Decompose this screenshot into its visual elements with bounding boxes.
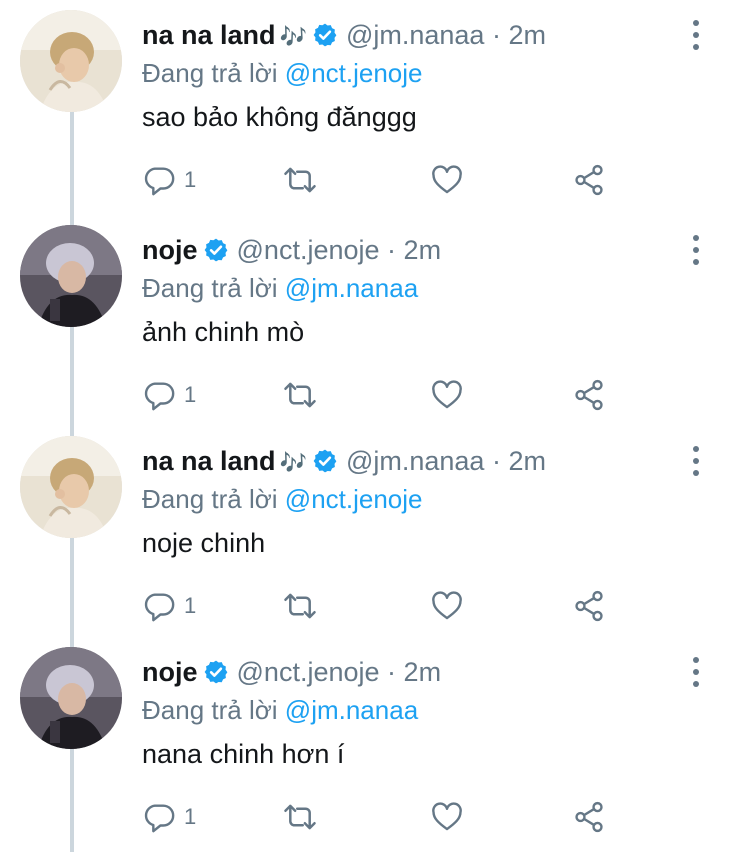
- music-note-icon: 🎶: [279, 24, 307, 49]
- replying-to-label: Đang trả lời: [142, 695, 278, 725]
- like-button[interactable]: [430, 375, 464, 415]
- user-handle[interactable]: @jm.nanaa: [346, 446, 484, 476]
- like-button[interactable]: [430, 160, 464, 200]
- retweet-icon: [282, 589, 318, 623]
- verified-badge-icon: [203, 237, 229, 271]
- avatar-photo-silver-hair: [20, 225, 122, 327]
- reply-count: 1: [184, 167, 197, 192]
- share-button[interactable]: [572, 586, 606, 626]
- tweet-header: na na land 🎶 @jm.nanaa · 2m: [142, 444, 546, 482]
- tweet-actions: 1: [142, 797, 622, 837]
- timestamp[interactable]: 2m: [404, 235, 442, 265]
- tweet[interactable]: na na land 🎶 @jm.nanaa · 2m Đang trả lời @…: [0, 0, 750, 215]
- share-icon: [572, 378, 606, 412]
- mention-link[interactable]: @jm.nanaa: [285, 273, 418, 303]
- mention-link[interactable]: @nct.jenoje: [285, 484, 423, 514]
- tweet-text: noje chinh: [142, 528, 266, 558]
- reply-button[interactable]: 1: [142, 797, 196, 837]
- avatar-photo-blonde: [20, 10, 122, 112]
- display-name[interactable]: na na land: [142, 446, 276, 476]
- tweet-text: nana chinh hơn í: [142, 739, 345, 769]
- retweet-button[interactable]: [282, 375, 318, 415]
- avatar-photo-silver-hair: [20, 647, 122, 749]
- verified-badge-icon: [203, 659, 229, 693]
- share-button[interactable]: [572, 375, 606, 415]
- music-note-icon: 🎶: [279, 450, 307, 475]
- timestamp[interactable]: 2m: [508, 20, 546, 50]
- replying-to: Đang trả lời @nct.jenoje: [142, 58, 423, 89]
- tweet-text: sao bảo không đănggg: [142, 102, 417, 132]
- reply-button[interactable]: 1: [142, 375, 196, 415]
- reply-button[interactable]: 1: [142, 160, 196, 200]
- avatar[interactable]: [20, 436, 122, 538]
- retweet-icon: [282, 163, 318, 197]
- reply-icon: [142, 163, 176, 197]
- heart-icon: [430, 378, 464, 412]
- avatar[interactable]: [20, 225, 122, 327]
- avatar[interactable]: [20, 647, 122, 749]
- user-handle[interactable]: @nct.jenoje: [237, 657, 380, 687]
- mention-link[interactable]: @jm.nanaa: [285, 695, 418, 725]
- share-icon: [572, 800, 606, 834]
- display-name[interactable]: noje: [142, 235, 198, 265]
- retweet-button[interactable]: [282, 797, 318, 837]
- separator-dot: ·: [387, 657, 397, 687]
- reply-icon: [142, 800, 176, 834]
- heart-icon: [430, 589, 464, 623]
- reply-count: 1: [184, 382, 197, 407]
- avatar[interactable]: [20, 10, 122, 112]
- tweet-actions: 1: [142, 160, 622, 200]
- display-name[interactable]: noje: [142, 657, 198, 687]
- replying-to: Đang trả lời @jm.nanaa: [142, 273, 418, 304]
- timestamp[interactable]: 2m: [404, 657, 442, 687]
- tweet[interactable]: noje @nct.jenoje · 2m Đang trả lời @jm.na…: [0, 637, 750, 852]
- tweet-header: na na land 🎶 @jm.nanaa · 2m: [142, 18, 546, 56]
- tweet-actions: 1: [142, 375, 622, 415]
- retweet-button[interactable]: [282, 586, 318, 626]
- reply-icon: [142, 378, 176, 412]
- verified-badge-icon: [312, 448, 338, 482]
- verified-badge-icon: [312, 22, 338, 56]
- more-vertical-icon[interactable]: [686, 444, 706, 478]
- replying-to-label: Đang trả lời: [142, 58, 278, 88]
- tweet-text: ảnh chinh mò: [142, 317, 305, 347]
- heart-icon: [430, 163, 464, 197]
- separator-dot: ·: [491, 446, 501, 476]
- separator-dot: ·: [491, 20, 501, 50]
- display-name[interactable]: na na land: [142, 20, 276, 50]
- reply-count: 1: [184, 804, 197, 829]
- mention-link[interactable]: @nct.jenoje: [285, 58, 423, 88]
- user-handle[interactable]: @jm.nanaa: [346, 20, 484, 50]
- retweet-button[interactable]: [282, 160, 318, 200]
- share-icon: [572, 589, 606, 623]
- heart-icon: [430, 800, 464, 834]
- more-vertical-icon[interactable]: [686, 18, 706, 52]
- separator-dot: ·: [387, 235, 397, 265]
- tweet-header: noje @nct.jenoje · 2m: [142, 233, 441, 271]
- replying-to-label: Đang trả lời: [142, 273, 278, 303]
- more-vertical-icon[interactable]: [686, 655, 706, 689]
- tweet-header: noje @nct.jenoje · 2m: [142, 655, 441, 693]
- replying-to: Đang trả lời @jm.nanaa: [142, 695, 418, 726]
- timestamp[interactable]: 2m: [508, 446, 546, 476]
- share-button[interactable]: [572, 797, 606, 837]
- more-vertical-icon[interactable]: [686, 233, 706, 267]
- reply-icon: [142, 589, 176, 623]
- replying-to: Đang trả lời @nct.jenoje: [142, 484, 423, 515]
- avatar-photo-blonde: [20, 436, 122, 538]
- like-button[interactable]: [430, 586, 464, 626]
- user-handle[interactable]: @nct.jenoje: [237, 235, 380, 265]
- share-button[interactable]: [572, 160, 606, 200]
- tweet-actions: 1: [142, 586, 622, 626]
- share-icon: [572, 163, 606, 197]
- retweet-icon: [282, 378, 318, 412]
- like-button[interactable]: [430, 797, 464, 837]
- reply-count: 1: [184, 593, 197, 618]
- reply-button[interactable]: 1: [142, 586, 196, 626]
- tweet[interactable]: noje @nct.jenoje · 2m Đang trả lời @jm.na…: [0, 215, 750, 430]
- tweet[interactable]: na na land 🎶 @jm.nanaa · 2m Đang trả lời @…: [0, 426, 750, 641]
- replying-to-label: Đang trả lời: [142, 484, 278, 514]
- retweet-icon: [282, 800, 318, 834]
